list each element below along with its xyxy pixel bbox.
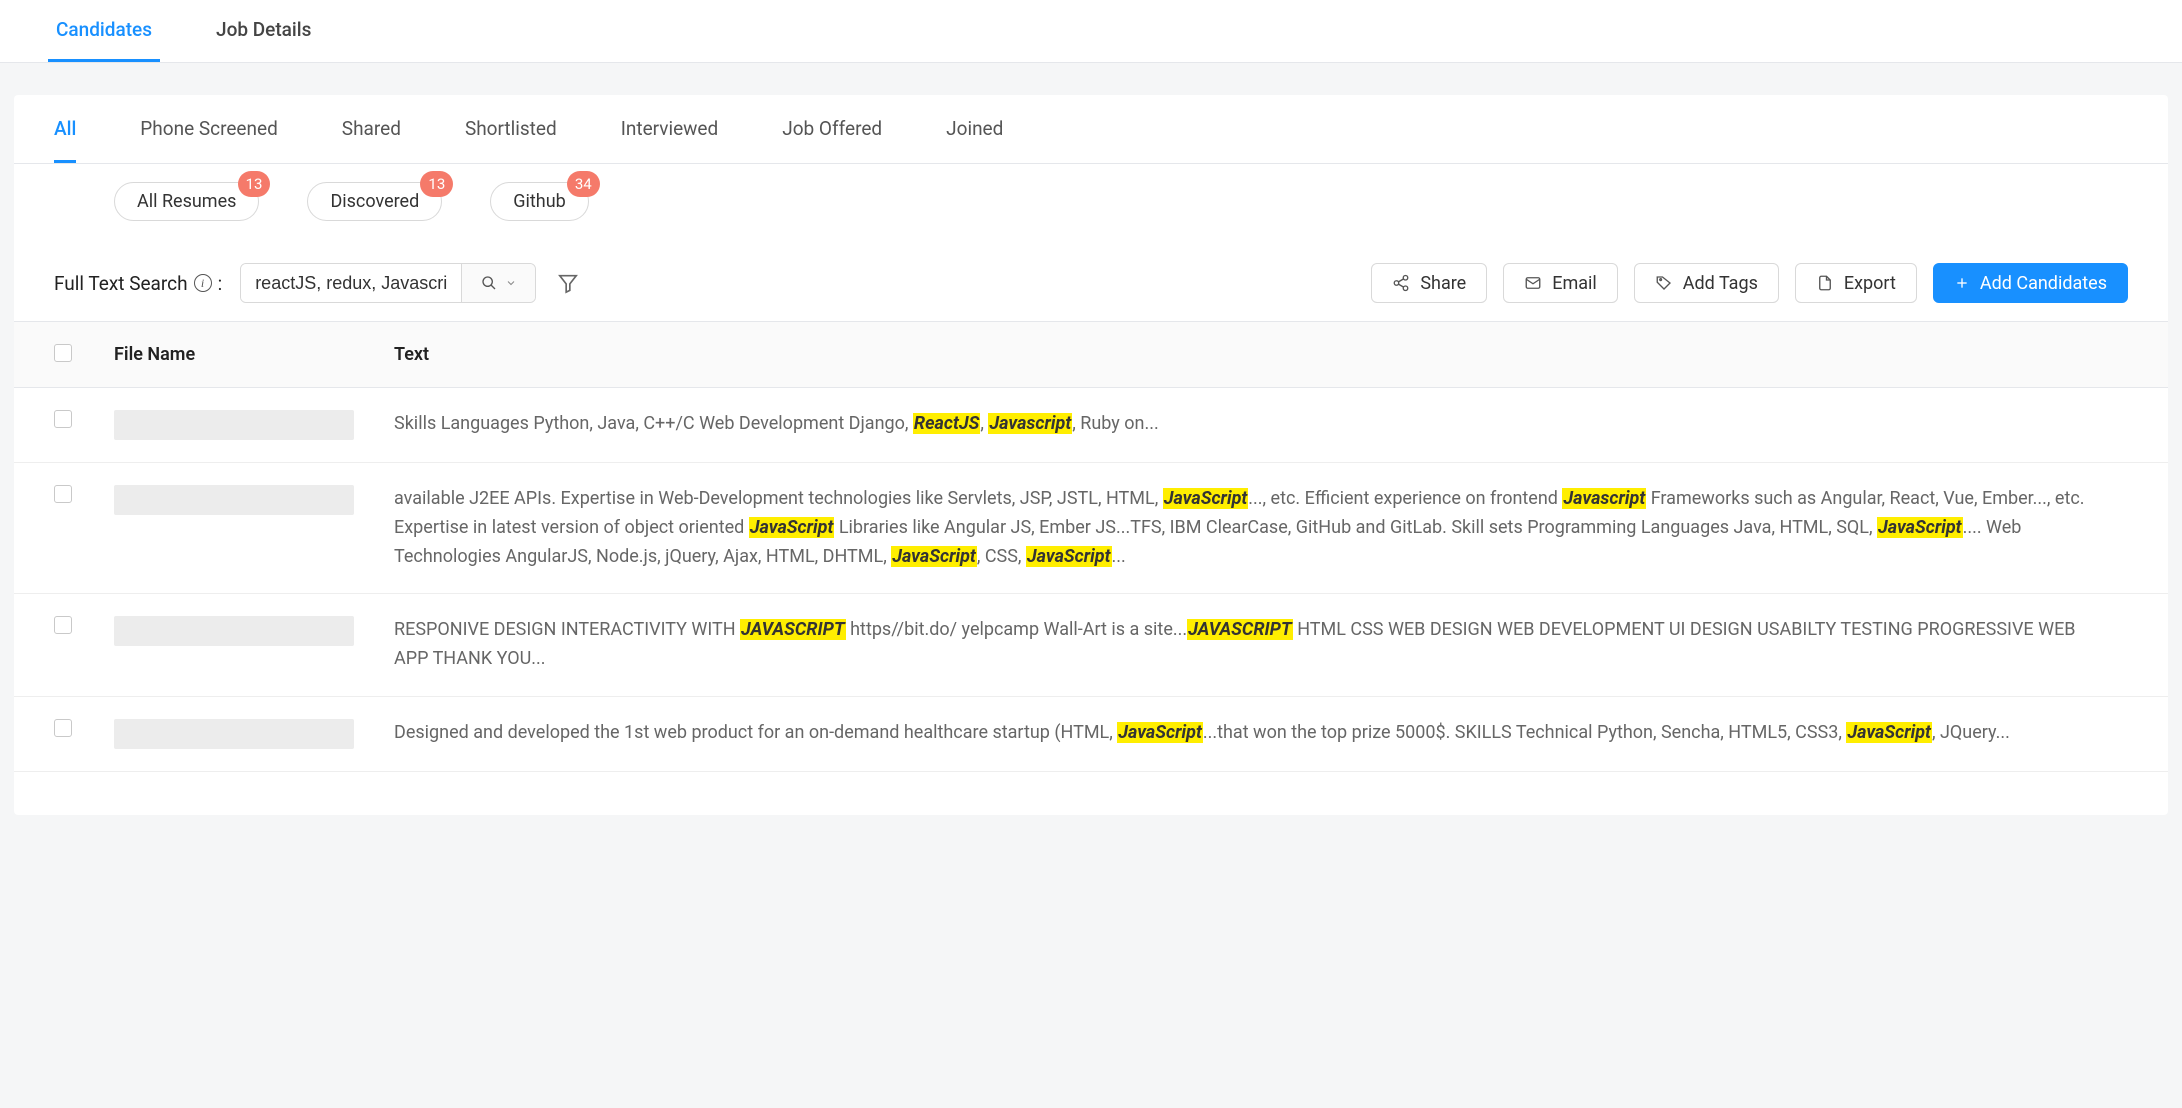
button-label: Add Tags — [1683, 273, 1758, 294]
stage-tab-phone-screened[interactable]: Phone Screened — [140, 95, 278, 163]
highlight: JavaScript — [891, 546, 977, 567]
stage-tab-shortlisted[interactable]: Shortlisted — [465, 95, 557, 163]
info-icon[interactable]: i — [194, 274, 212, 292]
column-header-text: Text — [394, 344, 2128, 365]
highlight: JavaScript — [1163, 488, 1249, 509]
tab-candidates[interactable]: Candidates — [48, 0, 160, 62]
highlight: JavaScript — [749, 517, 835, 538]
toolbar: Full Text Search i : — [14, 221, 2168, 321]
highlight: JAVASCRIPT — [740, 619, 846, 640]
stage-tab-all[interactable]: All — [54, 95, 76, 163]
button-label: Add Candidates — [1980, 273, 2107, 294]
row-checkbox[interactable] — [54, 410, 72, 428]
chip-badge: 13 — [420, 171, 453, 197]
result-snippet: Designed and developed the 1st web produ… — [394, 719, 2098, 748]
filter-chip-row: All Resumes 13 Discovered 13 Github 34 — [14, 164, 2168, 221]
filter-button[interactable] — [554, 269, 582, 297]
stage-tab-joined[interactable]: Joined — [946, 95, 1003, 163]
share-button[interactable]: Share — [1371, 263, 1487, 303]
candidates-panel: All Phone Screened Shared Shortlisted In… — [14, 95, 2168, 815]
share-icon — [1392, 274, 1410, 292]
stage-tab-job-offered[interactable]: Job Offered — [782, 95, 882, 163]
label-text: Full Text Search — [54, 272, 188, 295]
tag-icon — [1655, 274, 1673, 292]
chip-label: All Resumes — [137, 191, 236, 212]
add-candidates-button[interactable]: Add Candidates — [1933, 263, 2128, 303]
row-checkbox[interactable] — [54, 485, 72, 503]
search-input-group — [240, 263, 536, 303]
filename-redacted — [114, 719, 354, 749]
search-icon — [481, 275, 497, 291]
filename-redacted — [114, 616, 354, 646]
full-text-search-label: Full Text Search i : — [54, 272, 222, 295]
stage-tab-shared[interactable]: Shared — [342, 95, 401, 163]
tab-job-details[interactable]: Job Details — [208, 0, 319, 62]
result-snippet: available J2EE APIs. Expertise in Web-De… — [394, 485, 2098, 571]
row-checkbox[interactable] — [54, 719, 72, 737]
export-icon — [1816, 274, 1834, 292]
plus-icon — [1954, 275, 1970, 291]
highlight: JavaScript — [1117, 722, 1203, 743]
table-row: Designed and developed the 1st web produ… — [14, 697, 2168, 772]
label-colon: : — [218, 272, 223, 295]
chip-label: Github — [513, 191, 565, 212]
highlight: JavaScript — [1877, 517, 1963, 538]
chip-badge: 13 — [238, 171, 271, 197]
highlight: JavaScript — [1846, 722, 1932, 743]
stage-tab-bar: All Phone Screened Shared Shortlisted In… — [14, 95, 2168, 164]
results-table: File Name Text Skills Languages Python, … — [14, 321, 2168, 772]
search-button[interactable] — [461, 264, 535, 302]
button-label: Export — [1844, 273, 1896, 294]
chip-label: Discovered — [330, 191, 419, 212]
result-snippet: RESPONIVE DESIGN INTERACTIVITY WITH JAVA… — [394, 616, 2098, 674]
table-body: Skills Languages Python, Java, C++/C Web… — [14, 388, 2168, 772]
result-snippet: Skills Languages Python, Java, C++/C Web… — [394, 410, 2098, 439]
highlight: Javascript — [1562, 488, 1646, 509]
chip-github[interactable]: Github 34 — [490, 182, 588, 221]
table-row: RESPONIVE DESIGN INTERACTIVITY WITH JAVA… — [14, 594, 2168, 697]
highlight: Javascript — [988, 413, 1072, 434]
button-label: Email — [1552, 273, 1597, 294]
highlight: ReactJS — [913, 413, 980, 434]
column-header-filename: File Name — [114, 344, 394, 365]
filename-redacted — [114, 410, 354, 440]
table-header: File Name Text — [14, 322, 2168, 388]
add-tags-button[interactable]: Add Tags — [1634, 263, 1779, 303]
filter-icon — [557, 272, 579, 294]
search-input[interactable] — [241, 264, 461, 302]
mail-icon — [1524, 274, 1542, 292]
chevron-down-icon — [505, 277, 517, 289]
chip-discovered[interactable]: Discovered 13 — [307, 182, 442, 221]
chip-all-resumes[interactable]: All Resumes 13 — [114, 182, 259, 221]
chip-badge: 34 — [567, 171, 600, 197]
row-checkbox[interactable] — [54, 616, 72, 634]
highlight: JavaScript — [1026, 546, 1112, 567]
stage-tab-interviewed[interactable]: Interviewed — [621, 95, 719, 163]
highlight: JAVASCRIPT — [1187, 619, 1293, 640]
filename-redacted — [114, 485, 354, 515]
select-all-checkbox[interactable] — [54, 344, 72, 362]
email-button[interactable]: Email — [1503, 263, 1618, 303]
export-button[interactable]: Export — [1795, 263, 1917, 303]
table-row: available J2EE APIs. Expertise in Web-De… — [14, 463, 2168, 594]
top-tab-bar: Candidates Job Details — [0, 0, 2182, 63]
button-label: Share — [1420, 273, 1466, 294]
table-row: Skills Languages Python, Java, C++/C Web… — [14, 388, 2168, 463]
